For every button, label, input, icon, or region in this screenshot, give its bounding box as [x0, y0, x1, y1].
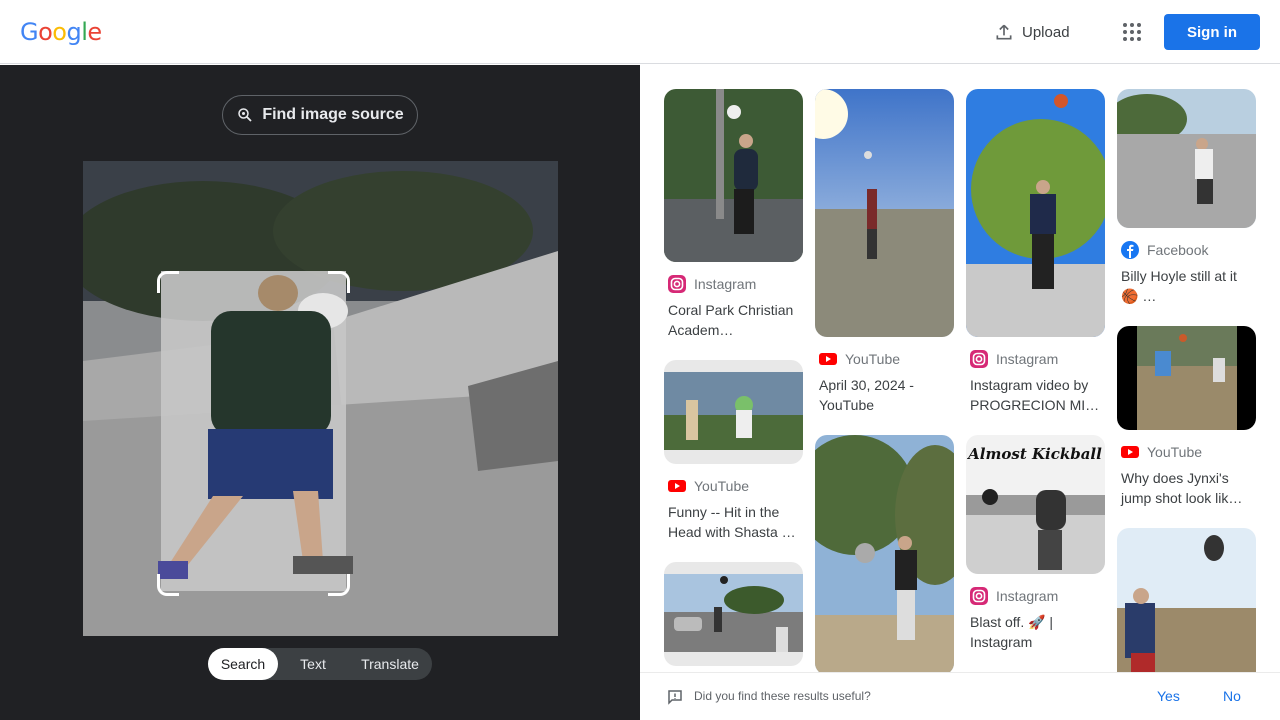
result-source: YouTube — [694, 478, 750, 494]
result-card[interactable] — [664, 562, 803, 666]
sign-in-button[interactable]: Sign in — [1164, 14, 1260, 50]
result-thumbnail — [664, 360, 803, 464]
result-card[interactable]: Almost Kickball Instagram Blast off. 🚀 |… — [966, 435, 1105, 652]
instagram-icon — [970, 587, 988, 605]
result-thumbnail — [1117, 528, 1256, 688]
youtube-icon — [668, 480, 686, 492]
result-source: Instagram — [694, 276, 757, 292]
result-thumbnail — [664, 89, 803, 262]
upload-label: Upload — [1022, 23, 1070, 41]
apps-grid-icon[interactable] — [1114, 14, 1150, 50]
thumbnail-caption: Almost Kickball — [966, 445, 1102, 463]
mode-translate-tab[interactable]: Translate — [348, 648, 432, 680]
result-title: April 30, 2024 - YouTube — [819, 377, 914, 413]
result-source: YouTube — [845, 351, 901, 367]
result-title: Why does Jynxi's jump shot look lik… — [1121, 470, 1243, 506]
facebook-icon — [1121, 241, 1139, 259]
result-source: Instagram — [996, 588, 1059, 604]
result-title: Blast off. 🚀 | Instagram — [970, 614, 1054, 650]
youtube-icon — [819, 353, 837, 365]
lens-search-icon — [238, 108, 252, 122]
logo-letter: G — [20, 18, 39, 46]
result-thumbnail — [1117, 89, 1256, 228]
result-card[interactable]: Facebook Billy Hoyle still at it 🏀 … — [1117, 89, 1256, 306]
result-card[interactable]: Instagram Coral Park Christian Academ… — [664, 89, 803, 340]
upload-icon — [996, 24, 1012, 40]
feedback-question: Did you find these results useful? — [694, 689, 871, 703]
result-source: Instagram — [996, 351, 1059, 367]
result-card[interactable]: YouTube April 30, 2024 - YouTube — [815, 89, 954, 415]
result-thumbnail — [815, 435, 954, 675]
top-bar: Google Upload Sign in — [0, 0, 1280, 64]
lens-image-pane: Find image source Search Text Translate — [0, 65, 640, 720]
result-card[interactable]: Instagram Instagram video by PROGRECION … — [966, 89, 1105, 415]
lens-mode-selector: Search Text Translate — [208, 648, 432, 680]
result-card[interactable] — [815, 435, 954, 675]
instagram-icon — [668, 275, 686, 293]
find-image-source-label: Find image source — [262, 106, 404, 123]
results-pane: Instagram Coral Park Christian Academ… Y… — [640, 65, 1280, 720]
logo-letter: e — [87, 18, 102, 46]
result-thumbnail — [664, 562, 803, 666]
logo-letter: o — [38, 18, 53, 46]
result-source: Facebook — [1147, 242, 1209, 258]
find-image-source-button[interactable]: Find image source — [222, 95, 418, 135]
result-source: YouTube — [1147, 444, 1203, 460]
logo-letter: g — [66, 18, 82, 46]
instagram-icon — [970, 350, 988, 368]
mode-text-tab[interactable]: Text — [278, 648, 348, 680]
crop-selection-box[interactable] — [157, 271, 350, 596]
mode-search-tab[interactable]: Search — [208, 648, 278, 680]
feedback-no-button[interactable]: No — [1223, 688, 1241, 704]
feedback-bar: Did you find these results useful? Yes N… — [640, 672, 1280, 720]
result-thumbnail — [815, 89, 954, 337]
result-thumbnail: Almost Kickball — [966, 435, 1105, 574]
youtube-icon — [1121, 446, 1139, 458]
result-card[interactable] — [1117, 528, 1256, 688]
feedback-yes-button[interactable]: Yes — [1157, 688, 1180, 704]
feedback-icon — [668, 690, 682, 705]
result-thumbnail — [966, 89, 1105, 337]
logo-letter: o — [52, 18, 67, 46]
result-title: Instagram video by PROGRECION MI… — [970, 377, 1100, 413]
result-title: Billy Hoyle still at it 🏀 … — [1121, 268, 1237, 304]
upload-button[interactable]: Upload — [984, 12, 1080, 52]
result-title: Coral Park Christian Academ… — [668, 302, 794, 338]
result-thumbnail — [1117, 326, 1256, 430]
result-card[interactable]: YouTube Funny -- Hit in the Head with Sh… — [664, 360, 803, 542]
result-card[interactable]: YouTube Why does Jynxi's jump shot look … — [1117, 326, 1256, 508]
result-title: Funny -- Hit in the Head with Shasta … — [668, 504, 796, 540]
google-logo[interactable]: Google — [20, 18, 102, 46]
